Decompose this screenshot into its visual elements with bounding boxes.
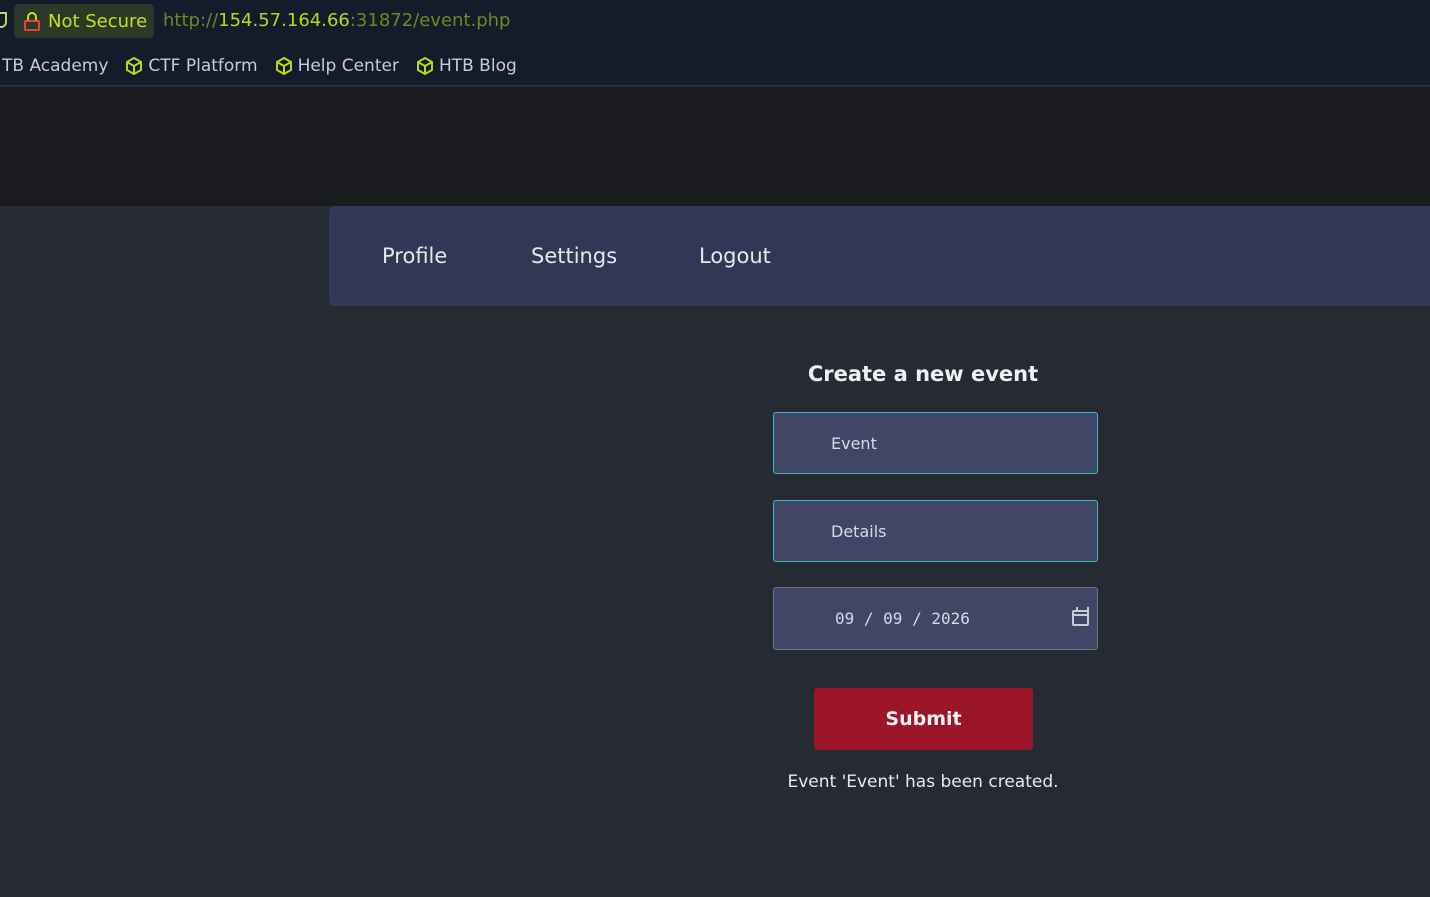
lock-icon [24,11,40,31]
bookmark-label: TB Academy [2,56,109,76]
bookmark-ctf-platform[interactable]: CTF Platform [124,56,258,76]
status-message: Event 'Event' has been created. [787,772,1059,792]
security-label: Not Secure [48,10,148,32]
security-badge[interactable]: Not Secure [14,4,154,38]
date-input[interactable]: 09 / 09 / 2026 [773,587,1098,650]
navbar: Profile Settings Logout [329,206,1430,306]
browser-chrome: Not Secure http://154.57.164.66:31872/ev… [0,0,1430,86]
bookmark-htb-academy[interactable]: TB Academy [2,56,108,76]
shield-icon[interactable] [0,12,7,28]
cube-icon [275,57,292,75]
date-value: 09 / 09 / 2026 [835,609,970,628]
cube-icon [126,57,143,75]
nav-settings-link[interactable]: Settings [531,244,617,268]
url-scheme: http:// [163,10,219,31]
url-text[interactable]: http://154.57.164.66:31872/event.php [163,10,510,31]
nav-profile-link[interactable]: Profile [382,244,447,268]
url-host: 154.57.164.66 [218,10,350,31]
event-input[interactable] [773,412,1098,474]
page-body [0,206,1430,897]
calendar-icon[interactable] [1072,607,1089,626]
bookmarks-bar: TB Academy CTF Platform Help Center HTB … [0,50,1430,82]
address-bar[interactable]: Not Secure http://154.57.164.66:31872/ev… [0,0,1430,44]
details-input[interactable] [773,500,1098,562]
url-path: :31872/event.php [349,10,511,31]
bookmark-htb-blog[interactable]: HTB Blog [415,56,517,76]
bookmark-help-center[interactable]: Help Center [274,56,399,76]
page-header-band [0,87,1430,206]
nav-logout-link[interactable]: Logout [699,244,771,268]
bookmark-label: Help Center [297,56,399,76]
cube-icon [416,57,433,75]
bookmark-label: HTB Blog [438,56,517,76]
form-title: Create a new event [807,362,1039,386]
bookmark-label: CTF Platform [148,56,258,76]
submit-button[interactable]: Submit [814,688,1033,750]
